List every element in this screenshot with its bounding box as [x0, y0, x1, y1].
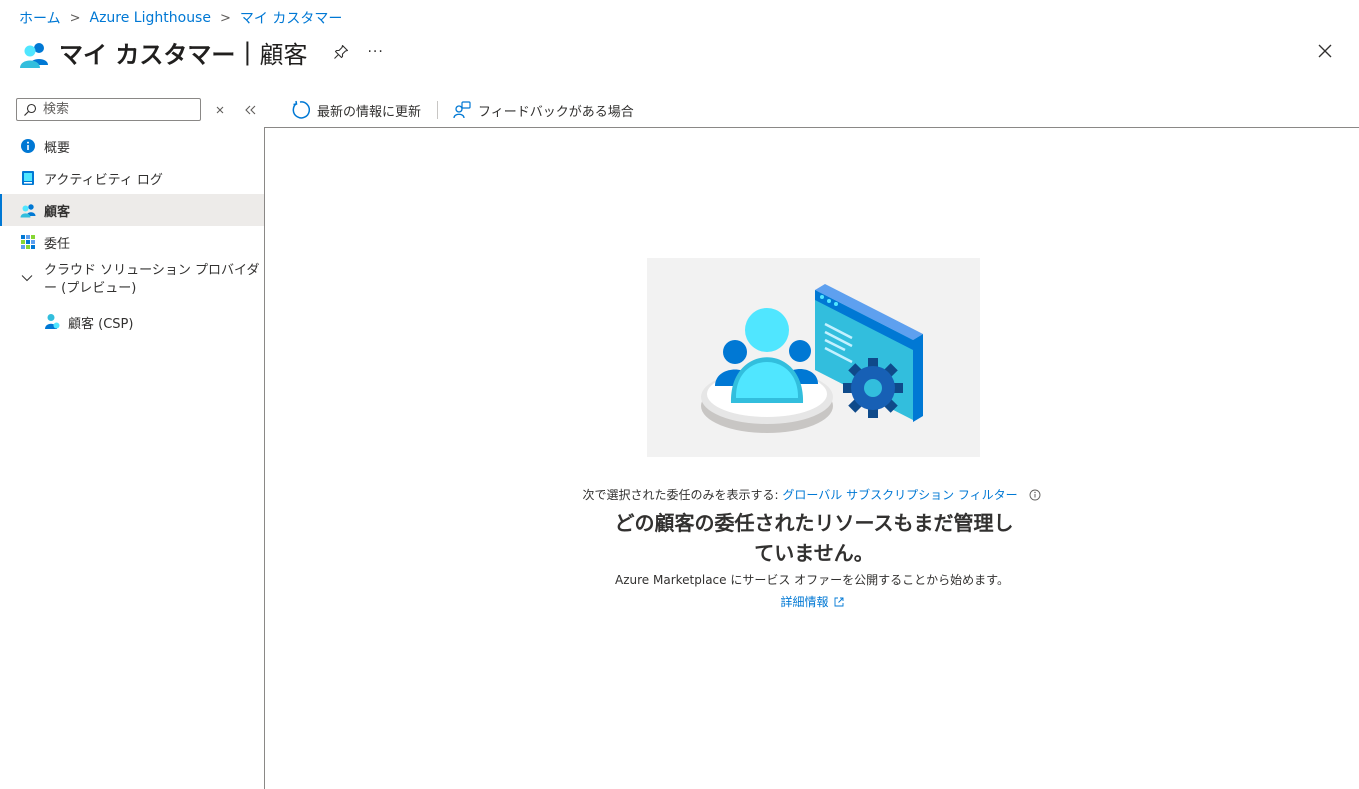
refresh-label: 最新の情報に更新: [317, 104, 422, 120]
feedback-button[interactable]: フィードバックがある場合: [453, 101, 634, 120]
pin-icon[interactable]: [333, 44, 349, 60]
sidebar: 概要 アクティビティ ログ 顧客 委任 クラウド ソリューション プロバイダー …: [0, 130, 264, 338]
chevron-right-icon: >: [69, 10, 81, 26]
sidebar-item-label: 概要: [44, 140, 71, 156]
global-subscription-filter-link[interactable]: グローバル サブスクリプション フィルター: [782, 488, 1017, 502]
sidebar-item-activity-log[interactable]: アクティビティ ログ: [0, 162, 264, 194]
learn-more-link[interactable]: 詳細情報: [780, 595, 828, 609]
info-icon: [21, 139, 35, 153]
breadcrumb-home-link[interactable]: ホーム: [19, 8, 61, 28]
sidebar-item-delegations[interactable]: 委任: [0, 226, 264, 258]
page-title: マイ カスタマー: [59, 40, 236, 69]
clear-search-icon[interactable]: [213, 100, 227, 118]
sidebar-group-label: クラウド ソリューション プロバイダー (プレビュー): [44, 263, 260, 296]
filter-notice: 次で選択された委任のみを表示する: グローバル サブスクリプション フィルター: [0, 486, 1359, 503]
command-bar: 最新の情報に更新 フィードバックがある場合: [290, 98, 634, 122]
feedback-label: フィードバックがある場合: [478, 104, 634, 120]
close-icon[interactable]: [1315, 41, 1335, 61]
refresh-button[interactable]: 最新の情報に更新: [290, 100, 421, 120]
collapse-sidebar-icon[interactable]: [243, 100, 257, 118]
feedback-icon: [453, 101, 471, 119]
search-input[interactable]: [41, 101, 195, 118]
sidebar-item-customers[interactable]: 顧客: [0, 194, 264, 226]
external-link-icon: [834, 597, 843, 607]
activity-log-icon: [22, 171, 34, 185]
customers-icon: [20, 204, 36, 218]
sidebar-item-label: 顧客 (CSP): [68, 317, 134, 332]
sidebar-item-customers-csp[interactable]: 顧客 (CSP): [0, 304, 264, 338]
search-icon: [24, 103, 37, 116]
breadcrumb: ホーム > Azure Lighthouse > マイ カスタマー: [19, 8, 342, 28]
sidebar-item-label: 顧客: [44, 204, 71, 220]
search-box: [16, 98, 201, 121]
breadcrumb-lighthouse-link[interactable]: Azure Lighthouse: [90, 10, 211, 26]
empty-state-title: どの顧客の委任されたリソースもまだ管理していません。: [614, 511, 1014, 565]
title-separator: |: [243, 38, 252, 66]
more-options-button[interactable]: ···: [367, 44, 383, 60]
content-pane: [264, 127, 1359, 789]
info-icon[interactable]: [1029, 489, 1041, 501]
chevron-down-icon: [21, 275, 33, 282]
customer-csp-icon: [45, 314, 60, 329]
page-subtitle: 顧客: [259, 40, 308, 69]
sidebar-group-csp[interactable]: クラウド ソリューション プロバイダー (プレビュー): [0, 258, 264, 304]
empty-state-description: Azure Marketplace にサービス オファーを公開することから始めま…: [615, 573, 1009, 587]
learn-more: 詳細情報: [0, 593, 1359, 610]
page-header: マイ カスタマー | 顧客 ···: [19, 36, 384, 69]
customers-icon: [20, 43, 48, 68]
sidebar-item-label: アクティビティ ログ: [44, 172, 163, 188]
toolbar-divider: [437, 101, 439, 119]
refresh-icon: [292, 100, 310, 119]
empty-state-illustration: [647, 258, 980, 457]
chevron-right-icon: >: [219, 10, 231, 26]
sidebar-item-label: 委任: [44, 236, 71, 252]
sidebar-item-overview[interactable]: 概要: [0, 130, 264, 162]
breadcrumb-current-link[interactable]: マイ カスタマー: [240, 8, 342, 28]
delegations-icon: [21, 235, 35, 249]
filter-prefix: 次で選択された委任のみを表示する:: [582, 488, 779, 502]
